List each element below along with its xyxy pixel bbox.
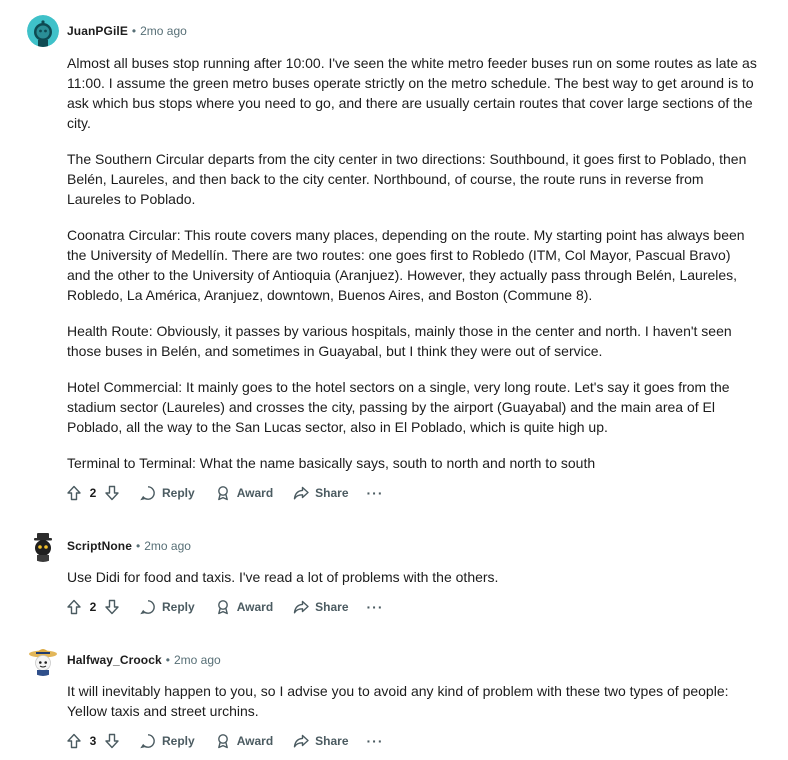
comment-body: Almost all buses stop running after 10:0…: [67, 53, 757, 473]
reply-button[interactable]: Reply: [136, 725, 199, 757]
timestamp[interactable]: 2mo ago: [140, 24, 187, 38]
award-ribbon-icon: [217, 600, 228, 615]
share-button[interactable]: Share: [289, 591, 352, 623]
comment-paragraph: Hotel Commercial: It mainly goes to the …: [67, 379, 730, 435]
author-name[interactable]: Halfway_Croock: [67, 653, 162, 667]
comment-actions: 2 Reply Award Share ···: [62, 591, 384, 623]
speech-bubble-icon: [140, 734, 155, 749]
snoo-avatar-dark-hat-icon: [27, 530, 59, 562]
reply-label: Reply: [162, 486, 195, 500]
award-ribbon-icon: [217, 734, 228, 749]
share-button[interactable]: Share: [289, 477, 352, 509]
share-arrow-icon: [293, 486, 309, 500]
share-arrow-icon: [293, 734, 309, 748]
comment-body: It will inevitably happen to you, so I a…: [67, 681, 757, 721]
more-options-button[interactable]: ···: [367, 733, 384, 749]
comment-paragraph: Almost all buses stop running after 10:0…: [67, 55, 757, 131]
award-label: Award: [236, 600, 274, 614]
vote-group: 3: [62, 729, 124, 753]
comment-paragraph: Terminal to Terminal: What the name basi…: [67, 455, 596, 471]
award-button[interactable]: Award: [211, 591, 277, 623]
upvote-arrow-icon: [67, 485, 81, 501]
share-button[interactable]: Share: [289, 725, 352, 757]
author-name[interactable]: JuanPGilE: [67, 24, 128, 38]
speech-bubble-icon: [140, 600, 155, 615]
vote-score: 2: [89, 486, 97, 500]
upvote-arrow-icon: [67, 733, 81, 749]
award-ribbon-icon: [217, 486, 228, 501]
reply-button[interactable]: Reply: [136, 477, 199, 509]
comment-actions: 3 Reply Award Share ···: [62, 725, 384, 757]
award-label: Award: [236, 486, 274, 500]
downvote-button[interactable]: [100, 595, 124, 619]
comment-actions: 2 Reply Award Share ···: [62, 477, 384, 509]
downvote-arrow-icon: [105, 733, 119, 749]
upvote-button[interactable]: [62, 729, 86, 753]
timestamp[interactable]: 2mo ago: [174, 653, 221, 667]
downvote-button[interactable]: [100, 729, 124, 753]
meta-separator: •: [165, 653, 170, 667]
avatar[interactable]: [27, 644, 59, 676]
downvote-arrow-icon: [105, 485, 119, 501]
share-label: Share: [315, 600, 349, 614]
avatar[interactable]: [27, 530, 59, 562]
vote-score: 3: [89, 734, 97, 748]
upvote-button[interactable]: [62, 595, 86, 619]
comment-paragraph: Coonatra Circular: This route covers man…: [67, 227, 745, 303]
reply-button[interactable]: Reply: [136, 591, 199, 623]
snoo-avatar-teal-icon: [27, 15, 59, 47]
comment-paragraph: It will inevitably happen to you, so I a…: [67, 683, 729, 719]
comment-paragraph: Use Didi for food and taxis. I've read a…: [67, 569, 499, 585]
share-label: Share: [315, 734, 349, 748]
vote-score: 2: [89, 600, 97, 614]
vote-group: 2: [62, 481, 124, 505]
downvote-arrow-icon: [105, 599, 119, 615]
meta-separator: •: [136, 539, 141, 553]
comment-header: Halfway_Croock • 2mo ago: [27, 644, 221, 676]
comment-header: JuanPGilE • 2mo ago: [27, 15, 187, 47]
snoo-avatar-straw-hat-icon: [27, 644, 59, 676]
author-name[interactable]: ScriptNone: [67, 539, 132, 553]
comment-body: Use Didi for food and taxis. I've read a…: [67, 567, 757, 587]
award-label: Award: [236, 734, 274, 748]
reply-label: Reply: [162, 734, 195, 748]
avatar[interactable]: [27, 15, 59, 47]
comment-paragraph: The Southern Circular departs from the c…: [67, 151, 747, 207]
award-button[interactable]: Award: [211, 725, 277, 757]
downvote-button[interactable]: [100, 481, 124, 505]
upvote-button[interactable]: [62, 481, 86, 505]
more-options-button[interactable]: ···: [367, 485, 384, 501]
comment-header: ScriptNone • 2mo ago: [27, 530, 191, 562]
vote-group: 2: [62, 595, 124, 619]
share-arrow-icon: [293, 600, 309, 614]
speech-bubble-icon: [140, 486, 155, 501]
timestamp[interactable]: 2mo ago: [144, 539, 191, 553]
comment-paragraph: Health Route: Obviously, it passes by va…: [67, 323, 732, 359]
reply-label: Reply: [162, 600, 195, 614]
comments-thread: JuanPGilE • 2mo ago Almost all buses sto…: [0, 0, 788, 760]
award-button[interactable]: Award: [211, 477, 277, 509]
share-label: Share: [315, 486, 349, 500]
upvote-arrow-icon: [67, 599, 81, 615]
meta-separator: •: [131, 24, 137, 38]
more-options-button[interactable]: ···: [367, 599, 384, 615]
